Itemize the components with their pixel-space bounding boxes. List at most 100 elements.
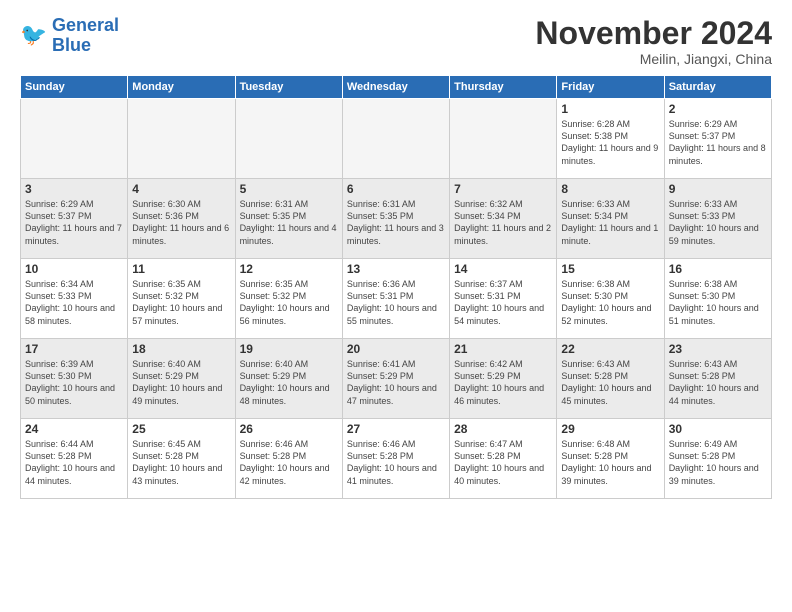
cell-info: Sunrise: 6:36 AM Sunset: 5:31 PM Dayligh…	[347, 278, 445, 327]
cell-info: Sunrise: 6:32 AM Sunset: 5:34 PM Dayligh…	[454, 198, 552, 247]
col-friday: Friday	[557, 76, 664, 99]
table-row: 18 Sunrise: 6:40 AM Sunset: 5:29 PM Dayli…	[128, 339, 235, 419]
table-row: 2Sunrise: 6:29 AM Sunset: 5:37 PM Daylig…	[664, 99, 771, 179]
table-row: 30 Sunrise: 6:49 AM Sunset: 5:28 PM Dayli…	[664, 419, 771, 499]
cell-info: Sunrise: 6:43 AM Sunset: 5:28 PM Dayligh…	[561, 358, 659, 407]
cell-info: Sunrise: 6:31 AM Sunset: 5:35 PM Dayligh…	[240, 198, 338, 247]
day-number: 5	[240, 182, 338, 196]
day-number: 11	[132, 262, 230, 276]
table-row: 4Sunrise: 6:30 AM Sunset: 5:36 PM Daylig…	[128, 179, 235, 259]
cell-info: Sunrise: 6:46 AM Sunset: 5:28 PM Dayligh…	[240, 438, 338, 487]
table-row: 15Sunrise: 6:38 AM Sunset: 5:30 PM Dayli…	[557, 259, 664, 339]
table-row: 1 Sunrise: 6:28 AM Sunset: 5:38 PM Daylig…	[557, 99, 664, 179]
day-number: 21	[454, 342, 552, 356]
day-number: 13	[347, 262, 445, 276]
logo: 🐦 General Blue	[20, 16, 119, 56]
table-row: 26 Sunrise: 6:46 AM Sunset: 5:28 PM Dayli…	[235, 419, 342, 499]
col-wednesday: Wednesday	[342, 76, 449, 99]
cell-info: Sunrise: 6:35 AM Sunset: 5:32 PM Dayligh…	[132, 278, 230, 327]
col-sunday: Sunday	[21, 76, 128, 99]
col-saturday: Saturday	[664, 76, 771, 99]
col-tuesday: Tuesday	[235, 76, 342, 99]
day-number: 26	[240, 422, 338, 436]
cell-info: Sunrise: 6:41 AM Sunset: 5:29 PM Dayligh…	[347, 358, 445, 407]
day-number: 17	[25, 342, 123, 356]
table-row: 23Sunrise: 6:43 AM Sunset: 5:28 PM Dayli…	[664, 339, 771, 419]
table-row: 20 Sunrise: 6:41 AM Sunset: 5:29 PM Dayli…	[342, 339, 449, 419]
table-row	[450, 99, 557, 179]
table-row: 14 Sunrise: 6:37 AM Sunset: 5:31 PM Dayli…	[450, 259, 557, 339]
day-number: 22	[561, 342, 659, 356]
calendar-week-row: 1 Sunrise: 6:28 AM Sunset: 5:38 PM Daylig…	[21, 99, 772, 179]
cell-info: Sunrise: 6:42 AM Sunset: 5:29 PM Dayligh…	[454, 358, 552, 407]
cell-info: Sunrise: 6:29 AM Sunset: 5:37 PM Dayligh…	[25, 198, 123, 247]
day-number: 10	[25, 262, 123, 276]
calendar-week-row: 3 Sunrise: 6:29 AM Sunset: 5:37 PM Daylig…	[21, 179, 772, 259]
calendar-header-row: Sunday Monday Tuesday Wednesday Thursday…	[21, 76, 772, 99]
day-number: 12	[240, 262, 338, 276]
calendar-week-row: 10 Sunrise: 6:34 AM Sunset: 5:33 PM Dayli…	[21, 259, 772, 339]
day-number: 25	[132, 422, 230, 436]
table-row: 12Sunrise: 6:35 AM Sunset: 5:32 PM Dayli…	[235, 259, 342, 339]
table-row: 9Sunrise: 6:33 AM Sunset: 5:33 PM Daylig…	[664, 179, 771, 259]
day-number: 3	[25, 182, 123, 196]
day-number: 20	[347, 342, 445, 356]
day-number: 19	[240, 342, 338, 356]
day-number: 27	[347, 422, 445, 436]
day-number: 4	[132, 182, 230, 196]
day-number: 30	[669, 422, 767, 436]
cell-info: Sunrise: 6:33 AM Sunset: 5:33 PM Dayligh…	[669, 198, 767, 247]
day-number: 7	[454, 182, 552, 196]
svg-text:🐦: 🐦	[20, 22, 47, 47]
table-row: 7 Sunrise: 6:32 AM Sunset: 5:34 PM Daylig…	[450, 179, 557, 259]
table-row: 27Sunrise: 6:46 AM Sunset: 5:28 PM Dayli…	[342, 419, 449, 499]
cell-info: Sunrise: 6:38 AM Sunset: 5:30 PM Dayligh…	[669, 278, 767, 327]
cell-info: Sunrise: 6:45 AM Sunset: 5:28 PM Dayligh…	[132, 438, 230, 487]
cell-info: Sunrise: 6:33 AM Sunset: 5:34 PM Dayligh…	[561, 198, 659, 247]
page: 🐦 General Blue November 2024 Meilin, Jia…	[0, 0, 792, 612]
table-row: 5 Sunrise: 6:31 AM Sunset: 5:35 PM Daylig…	[235, 179, 342, 259]
day-number: 16	[669, 262, 767, 276]
cell-info: Sunrise: 6:48 AM Sunset: 5:28 PM Dayligh…	[561, 438, 659, 487]
table-row: 10 Sunrise: 6:34 AM Sunset: 5:33 PM Dayli…	[21, 259, 128, 339]
day-number: 18	[132, 342, 230, 356]
day-number: 28	[454, 422, 552, 436]
day-number: 1	[561, 102, 659, 116]
table-row: 22 Sunrise: 6:43 AM Sunset: 5:28 PM Dayli…	[557, 339, 664, 419]
logo-text: General Blue	[52, 16, 119, 56]
day-number: 14	[454, 262, 552, 276]
table-row	[235, 99, 342, 179]
cell-info: Sunrise: 6:38 AM Sunset: 5:30 PM Dayligh…	[561, 278, 659, 327]
table-row: 6Sunrise: 6:31 AM Sunset: 5:35 PM Daylig…	[342, 179, 449, 259]
cell-info: Sunrise: 6:43 AM Sunset: 5:28 PM Dayligh…	[669, 358, 767, 407]
title-block: November 2024 Meilin, Jiangxi, China	[535, 16, 772, 67]
day-number: 24	[25, 422, 123, 436]
month-title: November 2024	[535, 16, 772, 51]
cell-info: Sunrise: 6:39 AM Sunset: 5:30 PM Dayligh…	[25, 358, 123, 407]
table-row	[21, 99, 128, 179]
table-row: 28 Sunrise: 6:47 AM Sunset: 5:28 PM Dayli…	[450, 419, 557, 499]
cell-info: Sunrise: 6:28 AM Sunset: 5:38 PM Dayligh…	[561, 118, 659, 167]
cell-info: Sunrise: 6:29 AM Sunset: 5:37 PM Dayligh…	[669, 118, 767, 167]
calendar-week-row: 24 Sunrise: 6:44 AM Sunset: 5:28 PM Dayli…	[21, 419, 772, 499]
table-row: 24 Sunrise: 6:44 AM Sunset: 5:28 PM Dayli…	[21, 419, 128, 499]
cell-info: Sunrise: 6:47 AM Sunset: 5:28 PM Dayligh…	[454, 438, 552, 487]
table-row: 25 Sunrise: 6:45 AM Sunset: 5:28 PM Dayli…	[128, 419, 235, 499]
table-row: 11 Sunrise: 6:35 AM Sunset: 5:32 PM Dayli…	[128, 259, 235, 339]
cell-info: Sunrise: 6:44 AM Sunset: 5:28 PM Dayligh…	[25, 438, 123, 487]
cell-info: Sunrise: 6:34 AM Sunset: 5:33 PM Dayligh…	[25, 278, 123, 327]
table-row: 29Sunrise: 6:48 AM Sunset: 5:28 PM Dayli…	[557, 419, 664, 499]
table-row: 13 Sunrise: 6:36 AM Sunset: 5:31 PM Dayli…	[342, 259, 449, 339]
cell-info: Sunrise: 6:40 AM Sunset: 5:29 PM Dayligh…	[240, 358, 338, 407]
cell-info: Sunrise: 6:40 AM Sunset: 5:29 PM Dayligh…	[132, 358, 230, 407]
table-row: 19 Sunrise: 6:40 AM Sunset: 5:29 PM Dayli…	[235, 339, 342, 419]
table-row: 3 Sunrise: 6:29 AM Sunset: 5:37 PM Daylig…	[21, 179, 128, 259]
table-row	[342, 99, 449, 179]
logo-icon: 🐦	[20, 22, 48, 50]
cell-info: Sunrise: 6:37 AM Sunset: 5:31 PM Dayligh…	[454, 278, 552, 327]
calendar-table: Sunday Monday Tuesday Wednesday Thursday…	[20, 75, 772, 499]
col-monday: Monday	[128, 76, 235, 99]
col-thursday: Thursday	[450, 76, 557, 99]
calendar-week-row: 17 Sunrise: 6:39 AM Sunset: 5:30 PM Dayli…	[21, 339, 772, 419]
cell-info: Sunrise: 6:49 AM Sunset: 5:28 PM Dayligh…	[669, 438, 767, 487]
